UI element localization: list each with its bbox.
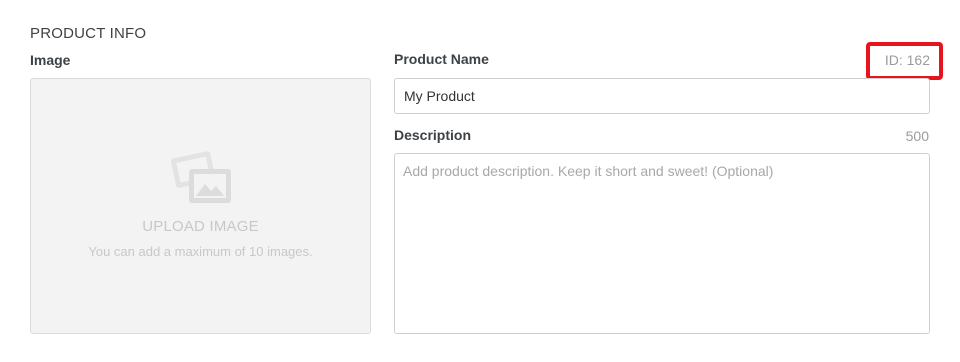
image-label: Image: [30, 52, 71, 68]
product-name-input[interactable]: [394, 78, 930, 114]
upload-image-title: UPLOAD IMAGE: [142, 218, 259, 235]
description-label: Description: [394, 127, 472, 143]
product-id: ID: 162: [884, 52, 930, 68]
product-name-label: Product Name: [394, 51, 489, 67]
upload-image-hint: You can add a maximum of 10 images.: [88, 244, 313, 259]
section-title: PRODUCT INFO: [30, 25, 147, 42]
description-input[interactable]: [394, 153, 930, 334]
product-info-form: PRODUCT INFO Image UPLOAD IMAGE You can …: [0, 0, 960, 362]
image-upload-icon: [171, 151, 231, 203]
description-char-counter: 500: [905, 128, 929, 144]
image-upload-area[interactable]: UPLOAD IMAGE You can add a maximum of 10…: [30, 78, 371, 334]
